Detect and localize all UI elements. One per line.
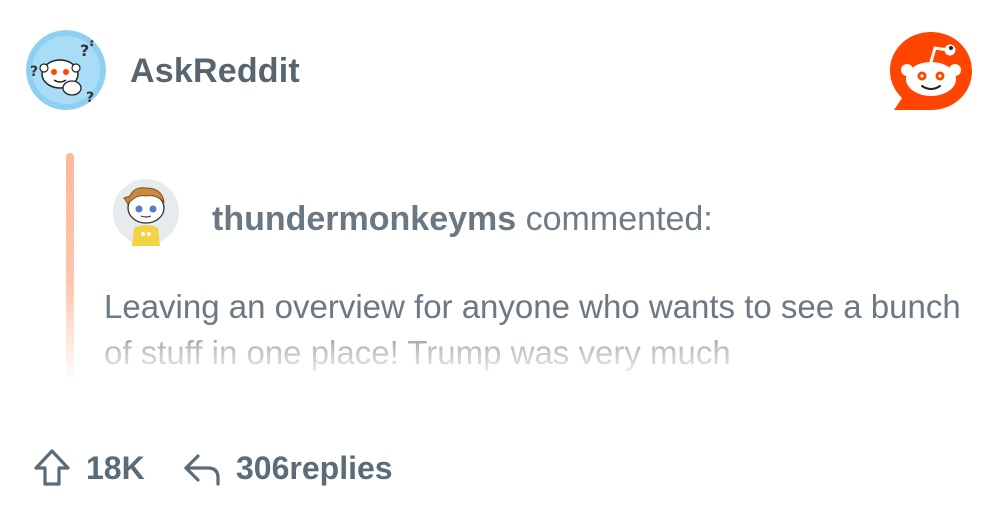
quote-bar [66,153,74,385]
svg-text:?: ? [86,90,94,106]
comment-text[interactable]: Leaving an overview for anyone who wants… [104,284,984,376]
upvote-arrow-icon [30,446,74,490]
subreddit-name[interactable]: AskReddit [130,52,300,91]
replies-button[interactable]: 306replies [180,440,393,496]
post-header: ? ? ? ? AskReddit [26,30,974,116]
reply-arrow-icon [180,446,224,490]
askreddit-icon[interactable]: ? ? ? ? [26,30,106,110]
upvote-count: 18K [86,449,145,486]
user-avatar-icon[interactable] [112,178,180,246]
reddit-logo-icon[interactable] [888,30,974,116]
svg-text:?: ? [88,34,96,50]
svg-text:?: ? [30,64,38,80]
upvote-button[interactable]: 18K [30,440,145,496]
comment-author-line: thundermonkeyms commented: [212,200,713,239]
replies-count: 306replies [236,449,393,486]
comment-action-label: commented: [525,200,713,238]
username[interactable]: thundermonkeyms [212,200,516,238]
